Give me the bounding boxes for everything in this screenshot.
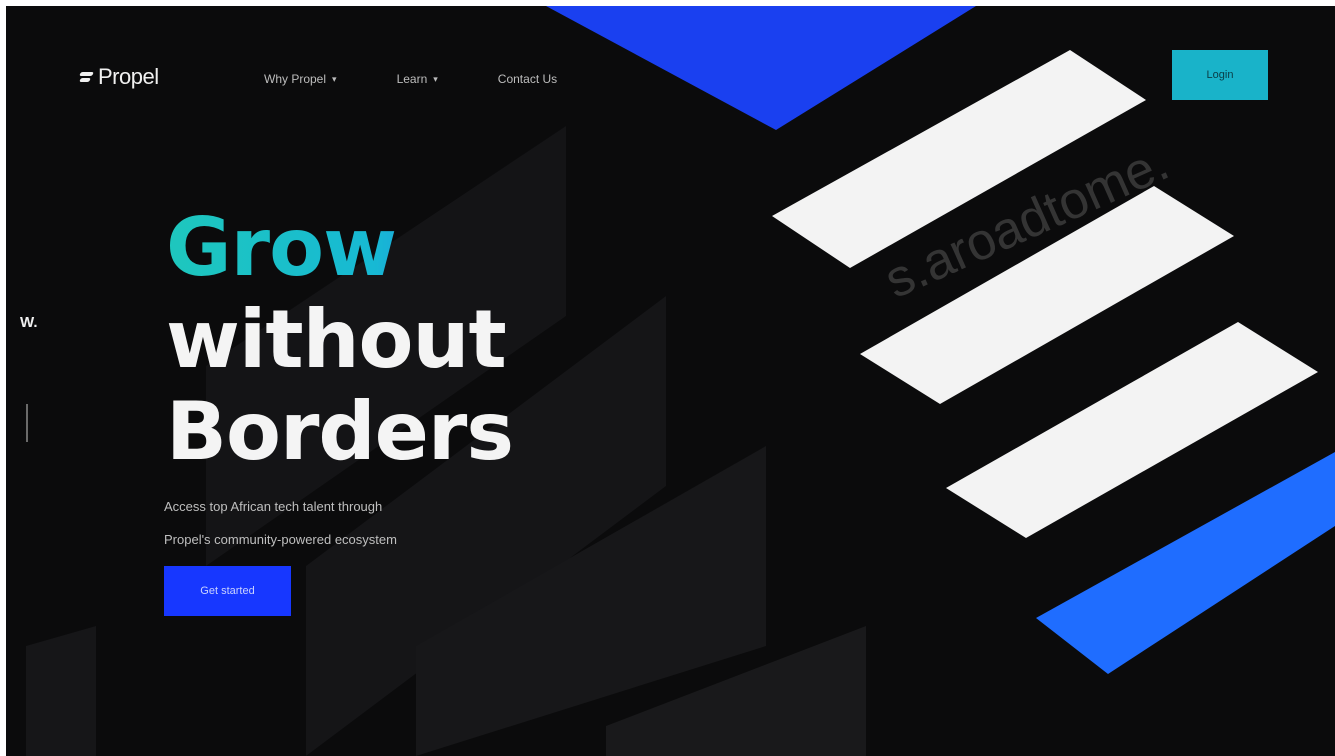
hero-subtitle-line-1: Access top African tech talent through: [164, 499, 383, 514]
nav-item-contact-us[interactable]: Contact Us: [498, 72, 557, 86]
page: s.aroadtome. Propel Why Propel ▾ Learn ▾…: [6, 6, 1335, 756]
nav-item-label: Contact Us: [497, 72, 558, 86]
nav-item-label: Learn: [396, 72, 428, 86]
chevron-down-icon: ▾: [433, 73, 438, 84]
hero-heading: Grow without Borders: [166, 202, 514, 478]
propel-logo-icon: [80, 70, 94, 84]
hero-line-without: without: [166, 293, 507, 386]
side-scroll-indicator: [26, 404, 28, 442]
main-nav: Why Propel ▾ Learn ▾ Contact Us: [264, 72, 557, 86]
hero-line-grow: Grow: [166, 202, 513, 294]
propel-logo[interactable]: Propel: [80, 64, 159, 90]
nav-item-why-propel[interactable]: Why Propel ▾: [264, 72, 337, 86]
hero-subtitle: Access top African tech talent through P…: [164, 490, 544, 556]
blue-shape-top: [546, 6, 976, 130]
hero-subtitle-line-2: Propel's community-powered ecosystem: [164, 532, 397, 547]
chevron-down-icon: ▾: [332, 73, 337, 84]
get-started-button[interactable]: Get started: [164, 566, 291, 616]
logo-text: Propel: [98, 64, 159, 89]
hero-line-borders: Borders: [166, 385, 514, 478]
nav-item-label: Why Propel: [264, 72, 327, 86]
nav-item-learn[interactable]: Learn ▾: [397, 72, 438, 86]
bg-band-1: [26, 626, 96, 756]
side-logo-letter: W.: [20, 314, 38, 331]
login-button[interactable]: Login: [1172, 50, 1268, 100]
